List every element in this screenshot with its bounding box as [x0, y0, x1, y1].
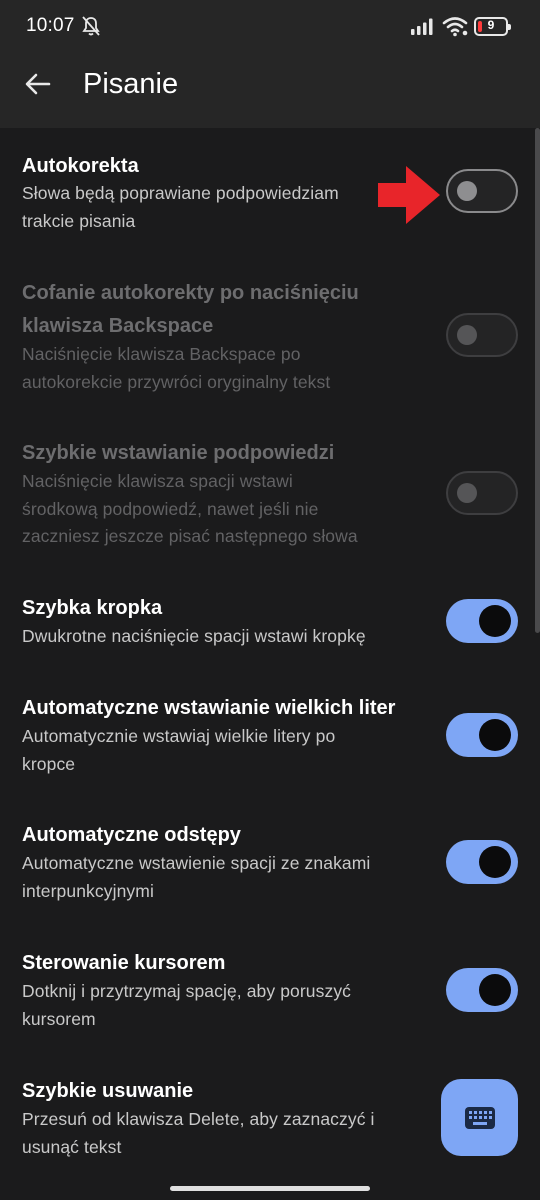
keyboard-icon: [464, 1106, 495, 1129]
toggle-knob: [479, 719, 511, 751]
description-line: interpunkcyjnymi: [22, 880, 154, 901]
back-button[interactable]: [20, 66, 56, 102]
setting-title: Autokorekta: [22, 155, 139, 177]
quick-suggestion-toggle[interactable]: [446, 471, 518, 515]
setting-title: Szybka kropka: [22, 597, 163, 619]
page-title: Pisanie: [83, 68, 179, 100]
toggle-knob: [457, 483, 477, 503]
title-line: Cofanie autokorekty po naciśnięciu: [22, 282, 359, 304]
description-line: Automatyczne wstawienie spacji ze znakam…: [22, 853, 371, 873]
setting-description: Naciśnięcie klawisza spacji wstawi środk…: [22, 468, 442, 551]
setting-auto-capitalization[interactable]: Automatyczne wstawianie wielkich liter A…: [0, 692, 540, 782]
setting-title: Automatyczne wstawianie wielkich liter: [22, 697, 396, 719]
auto-capitalization-toggle[interactable]: [446, 713, 518, 757]
mute-icon: [82, 16, 100, 36]
toggle-knob: [479, 974, 511, 1006]
description-line: kropce: [22, 753, 76, 774]
keyboard-fab-button[interactable]: [441, 1079, 518, 1156]
status-time: 10:07: [26, 15, 75, 36]
toggle-knob: [479, 846, 511, 878]
setting-cursor-control[interactable]: Sterowanie kursorem Dotknij i przytrzyma…: [0, 947, 540, 1037]
setting-title: Szybkie wstawianie podpowiedzi: [22, 442, 335, 464]
description-line: środkową podpowiedź, nawet jeśli nie: [22, 498, 319, 519]
setting-title: Szybkie usuwanie: [22, 1080, 194, 1102]
toggle-knob: [479, 605, 511, 637]
setting-auto-spacing[interactable]: Automatyczne odstępy Automatyczne wstawi…: [0, 819, 540, 909]
description-line: Naciśnięcie klawisza Backspace po: [22, 344, 301, 364]
signal-icon: [411, 18, 433, 35]
setting-quick-suggestion[interactable]: Szybkie wstawianie podpowiedzi Naciśnięc…: [0, 437, 540, 552]
setting-undo-autocorrect[interactable]: Cofanie autokorekty po naciśnięciu klawi…: [0, 277, 540, 397]
description-line: autokorekcie przywróci oryginalny tekst: [22, 371, 331, 392]
setting-description: Dwukrotne naciśnięcie spacji wstawi krop…: [22, 623, 442, 651]
battery-icon: 9: [474, 17, 511, 36]
setting-quick-period[interactable]: Szybka kropka Dwukrotne naciśnięcie spac…: [0, 592, 540, 652]
description-line: Naciśnięcie klawisza spacji wstawi: [22, 471, 293, 491]
auto-spacing-toggle[interactable]: [446, 840, 518, 884]
setting-autocorrect[interactable]: Autokorekta Słowa będą poprawiane podpow…: [0, 150, 540, 245]
description-line: kursorem: [22, 1008, 96, 1029]
description-line: Dotknij i przytrzymaj spację, aby porusz…: [22, 981, 352, 1001]
setting-title: Sterowanie kursorem: [22, 952, 226, 974]
description-line: zaczniesz jeszcze pisać następnego słowa: [22, 526, 358, 546]
description-line: Dwukrotne naciśnięcie spacji wstawi krop…: [22, 626, 366, 646]
description-line: Automatycznie wstawiaj wielkie litery po: [22, 726, 336, 746]
cursor-control-toggle[interactable]: [446, 968, 518, 1012]
red-arrow-icon: [378, 166, 440, 224]
setting-title: Automatyczne odstępy: [22, 824, 241, 846]
undo-autocorrect-toggle[interactable]: [446, 313, 518, 357]
home-indicator[interactable]: [170, 1186, 370, 1191]
arrow-left-icon: [25, 73, 51, 95]
setting-description: Przesuń od klawisza Delete, aby zaznaczy…: [22, 1106, 442, 1161]
autocorrect-toggle[interactable]: [446, 169, 518, 213]
title-line: klawisza Backspace: [22, 315, 214, 337]
setting-description: Automatyczne wstawienie spacji ze znakam…: [22, 850, 442, 905]
toggle-knob: [457, 325, 477, 345]
status-bar: 10:07 9: [0, 0, 540, 54]
battery-percent: 9: [487, 18, 495, 32]
quick-period-toggle[interactable]: [446, 599, 518, 643]
setting-description: Naciśnięcie klawisza Backspace po autoko…: [22, 341, 442, 396]
setting-description: Dotknij i przytrzymaj spację, aby porusz…: [22, 978, 442, 1033]
description-line: usunąć tekst: [22, 1136, 122, 1157]
description-line: Przesuń od klawisza Delete, aby zaznaczy…: [22, 1109, 375, 1129]
setting-title: Cofanie autokorekty po naciśnięciu klawi…: [22, 277, 422, 343]
toggle-knob: [457, 181, 477, 201]
setting-description: Automatycznie wstawiaj wielkie litery po…: [22, 723, 442, 778]
wifi-icon: [442, 17, 468, 37]
